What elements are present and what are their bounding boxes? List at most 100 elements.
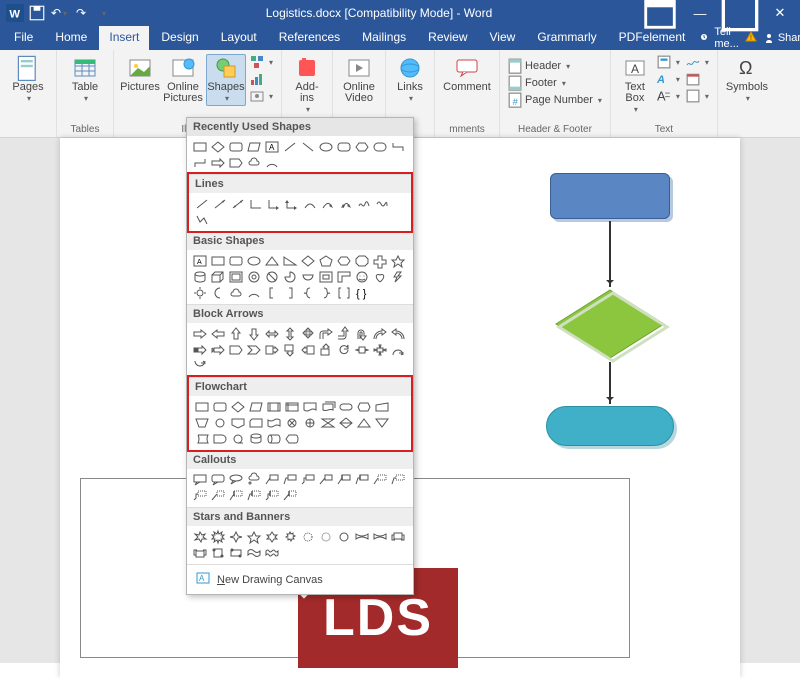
tab-home[interactable]: Home: [45, 26, 97, 50]
basic-plus[interactable]: [371, 253, 389, 269]
arrow-curved-r[interactable]: [371, 326, 389, 342]
callout-ba2[interactable]: [245, 488, 263, 504]
fc-alt-process[interactable]: [211, 399, 229, 415]
shape-oval[interactable]: [317, 139, 335, 155]
fc-collate[interactable]: [319, 415, 337, 431]
shape-line[interactable]: [281, 139, 299, 155]
arrow-uturn-r[interactable]: [353, 326, 371, 342]
arrow-notched[interactable]: [209, 342, 227, 358]
basic-brace-l[interactable]: [299, 285, 317, 301]
tab-references[interactable]: References: [269, 26, 350, 50]
callout-cloud[interactable]: [245, 472, 263, 488]
fc-manual-op[interactable]: [193, 415, 211, 431]
star-24pt[interactable]: [317, 529, 335, 545]
wordart-button[interactable]: A▾: [655, 71, 682, 87]
basic-lframe[interactable]: [335, 269, 353, 285]
fc-card[interactable]: [247, 415, 265, 431]
fc-decision[interactable]: [229, 399, 247, 415]
ribbon-curved-up[interactable]: [353, 529, 371, 545]
tab-mailings[interactable]: Mailings: [352, 26, 416, 50]
connector-arrow-2[interactable]: [609, 362, 611, 404]
fc-manual-input[interactable]: [373, 399, 391, 415]
shape-arc[interactable]: [263, 155, 281, 171]
arrow-pentagon[interactable]: [227, 342, 245, 358]
fc-or[interactable]: [301, 415, 319, 431]
shape-elbow[interactable]: [389, 139, 407, 155]
callout-oval[interactable]: [227, 472, 245, 488]
callout-line2[interactable]: [281, 472, 299, 488]
pictures-button[interactable]: Pictures: [120, 54, 160, 95]
arrow-callout-l[interactable]: [299, 342, 317, 358]
arrow-curved-l[interactable]: [389, 326, 407, 342]
page-number-button[interactable]: #Page Number▾: [506, 92, 604, 108]
basic-pentagon[interactable]: [317, 253, 335, 269]
callout-round[interactable]: [209, 472, 227, 488]
star-32pt[interactable]: [335, 529, 353, 545]
links-button[interactable]: Links▾: [392, 54, 428, 106]
arrow-up[interactable]: [227, 326, 245, 342]
save-icon[interactable]: [28, 4, 46, 22]
line-double-arrow[interactable]: [229, 196, 247, 212]
ribbon-curved-down[interactable]: [371, 529, 389, 545]
online-pictures-button[interactable]: Online Pictures: [162, 54, 204, 106]
arrow-lr[interactable]: [263, 326, 281, 342]
text-box-button[interactable]: A Text Box▾: [617, 54, 653, 117]
basic-oval[interactable]: [245, 253, 263, 269]
tell-me[interactable]: Tell me...: [699, 26, 738, 50]
fc-sort[interactable]: [337, 415, 355, 431]
arrow-callout-u[interactable]: [317, 342, 335, 358]
flowchart-decision-shape[interactable]: [554, 288, 666, 360]
basic-lightning[interactable]: [389, 269, 407, 285]
tab-insert[interactable]: Insert: [99, 26, 149, 50]
fc-stored[interactable]: [193, 431, 211, 447]
object-button[interactable]: ▾: [684, 88, 711, 104]
pages-button[interactable]: Pages▾: [6, 54, 50, 106]
star-explosion2[interactable]: [209, 529, 227, 545]
maximize-button[interactable]: [720, 0, 760, 26]
quick-parts-button[interactable]: ▾: [655, 54, 682, 70]
basic-bevel[interactable]: [227, 269, 245, 285]
warning-icon[interactable]: !: [745, 31, 757, 46]
basic-noentry[interactable]: [263, 269, 281, 285]
basic-sun[interactable]: [191, 285, 209, 301]
drop-cap-button[interactable]: A▾: [655, 88, 682, 104]
callout-rect[interactable]: [191, 472, 209, 488]
basic-diamond[interactable]: [299, 253, 317, 269]
signature-line-button[interactable]: ▾: [684, 54, 711, 70]
arrow-ud[interactable]: [281, 326, 299, 342]
basic-donut[interactable]: [245, 269, 263, 285]
basic-moon[interactable]: [209, 285, 227, 301]
qat-customize-icon[interactable]: ▾: [94, 4, 112, 22]
new-drawing-canvas[interactable]: A New Drawing Canvas: [187, 564, 413, 594]
line-arrow[interactable]: [211, 196, 229, 212]
star-6pt[interactable]: [263, 529, 281, 545]
shape-hexagon[interactable]: [353, 139, 371, 155]
fc-magnetic[interactable]: [247, 431, 265, 447]
fc-extract[interactable]: [355, 415, 373, 431]
ribbon-display-icon[interactable]: [640, 0, 680, 26]
callout-ba4[interactable]: [281, 488, 299, 504]
callout-border2[interactable]: [389, 472, 407, 488]
basic-brace-r[interactable]: [317, 285, 335, 301]
shape-line2[interactable]: [299, 139, 317, 155]
addins-button[interactable]: Add-ins▾: [288, 54, 326, 117]
smartart-button[interactable]: ▾: [248, 54, 275, 70]
fc-internal[interactable]: [283, 399, 301, 415]
basic-cube[interactable]: [209, 269, 227, 285]
basic-star[interactable]: [389, 253, 407, 269]
callout-border4[interactable]: [209, 488, 227, 504]
star-5pt[interactable]: [245, 529, 263, 545]
shape-data[interactable]: [245, 139, 263, 155]
fc-connector[interactable]: [211, 415, 229, 431]
arrow-left[interactable]: [209, 326, 227, 342]
ribbon-down[interactable]: [191, 545, 209, 561]
arrow-right[interactable]: [191, 326, 209, 342]
callout-accent1[interactable]: [335, 472, 353, 488]
star-explosion1[interactable]: [191, 529, 209, 545]
chart-button[interactable]: [248, 71, 275, 87]
shape-elbow2[interactable]: [191, 155, 209, 171]
arrow-curved-u[interactable]: [389, 342, 407, 358]
arrow-bent-u[interactable]: [335, 326, 353, 342]
basic-textbox[interactable]: A: [191, 253, 209, 269]
basic-rect[interactable]: [209, 253, 227, 269]
